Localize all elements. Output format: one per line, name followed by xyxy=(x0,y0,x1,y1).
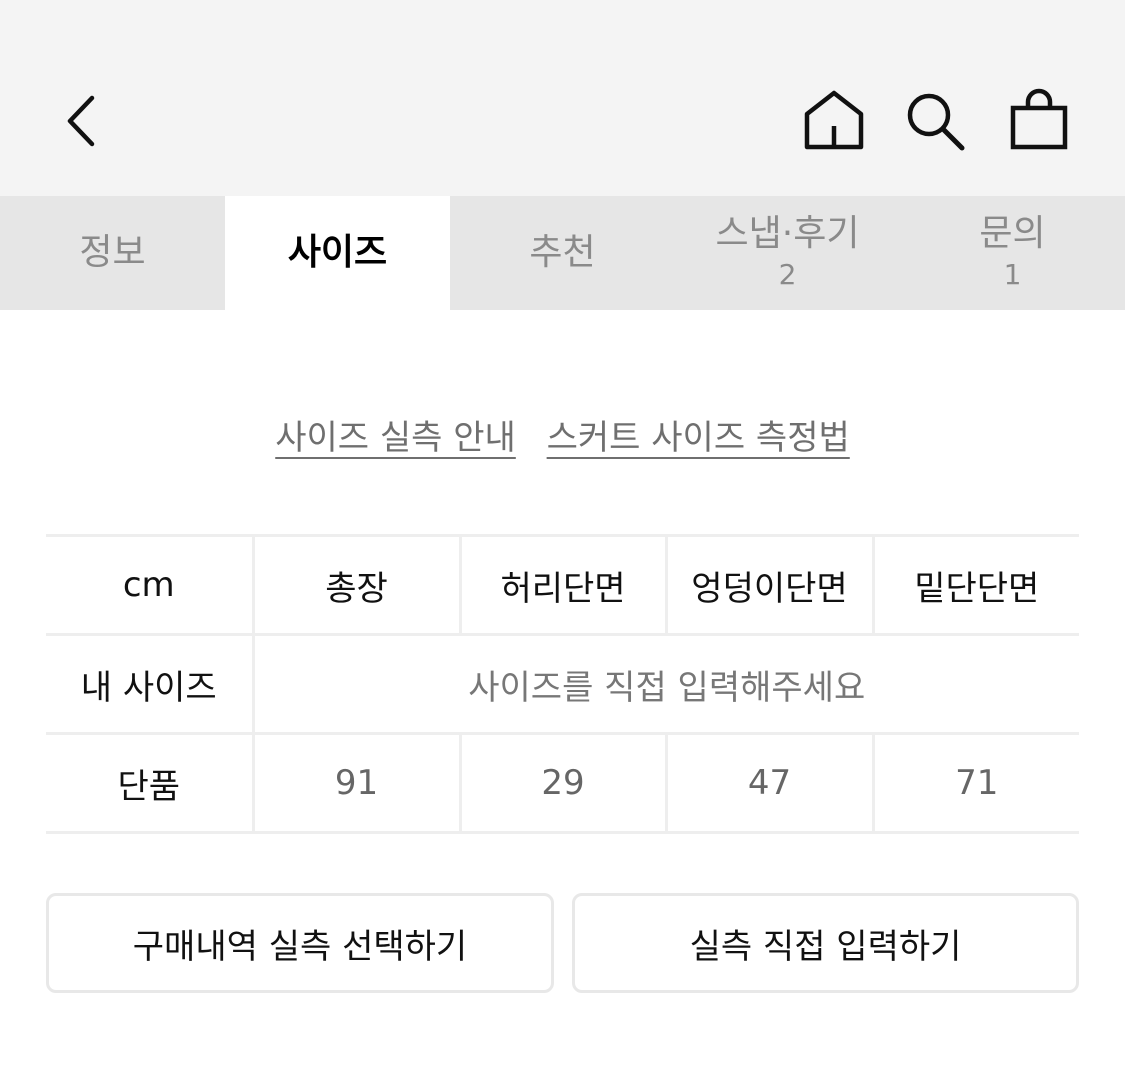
tab-snap-review[interactable]: 스냅·후기 2 xyxy=(675,196,900,310)
home-icon[interactable] xyxy=(800,86,868,154)
table-cell: 91 xyxy=(251,732,460,834)
tab-count: 2 xyxy=(778,258,797,291)
column-header: 총장 xyxy=(251,534,460,636)
my-size-row: 내 사이즈 사이즈를 직접 입력해주세요 xyxy=(46,633,1079,735)
back-icon[interactable] xyxy=(54,84,110,156)
column-header: 밑단단면 xyxy=(871,534,1079,636)
tab-size[interactable]: 사이즈 xyxy=(225,196,450,310)
select-purchase-history-button[interactable]: 구매내역 실측 선택하기 xyxy=(46,893,554,993)
table-cell: 29 xyxy=(458,732,666,834)
manual-input-button[interactable]: 실측 직접 입력하기 xyxy=(572,893,1079,993)
tab-inquiry[interactable]: 문의 1 xyxy=(900,196,1125,310)
table-header-row: cm 총장 허리단면 엉덩이단면 밑단단면 xyxy=(46,534,1079,636)
size-table: cm 총장 허리단면 엉덩이단면 밑단단면 내 사이즈 사이즈를 직접 입력해주… xyxy=(46,534,1079,834)
row-label: 내 사이즈 xyxy=(46,633,253,735)
my-size-input-prompt[interactable]: 사이즈를 직접 입력해주세요 xyxy=(251,633,1079,735)
search-icon[interactable] xyxy=(902,88,968,154)
product-size-row: 단품 91 29 47 71 xyxy=(46,732,1079,834)
tab-label: 스냅·후기 xyxy=(715,213,860,254)
unit-label: cm xyxy=(46,534,253,636)
tab-label: 사이즈 xyxy=(287,232,388,273)
tab-label: 추천 xyxy=(529,232,596,273)
column-header: 엉덩이단면 xyxy=(664,534,873,636)
tab-info[interactable]: 정보 xyxy=(0,196,225,310)
tab-label: 정보 xyxy=(79,232,146,273)
measure-guide-link[interactable]: 스커트 사이즈 측정법 xyxy=(547,418,850,458)
size-guide-links: 사이즈 실측 안내 스커트 사이즈 측정법 xyxy=(0,414,1125,462)
table-cell: 71 xyxy=(871,732,1079,834)
size-guide-link[interactable]: 사이즈 실측 안내 xyxy=(275,418,516,458)
product-tabs: 정보 사이즈 추천 스냅·후기 2 문의 1 xyxy=(0,196,1125,310)
tab-count: 1 xyxy=(1003,258,1022,291)
tab-label: 문의 xyxy=(979,213,1046,254)
shopping-bag-icon[interactable] xyxy=(1007,86,1071,154)
column-header: 허리단면 xyxy=(458,534,666,636)
table-cell: 47 xyxy=(664,732,873,834)
tab-recommend[interactable]: 추천 xyxy=(450,196,675,310)
top-app-bar xyxy=(0,0,1125,196)
row-label: 단품 xyxy=(46,732,253,834)
